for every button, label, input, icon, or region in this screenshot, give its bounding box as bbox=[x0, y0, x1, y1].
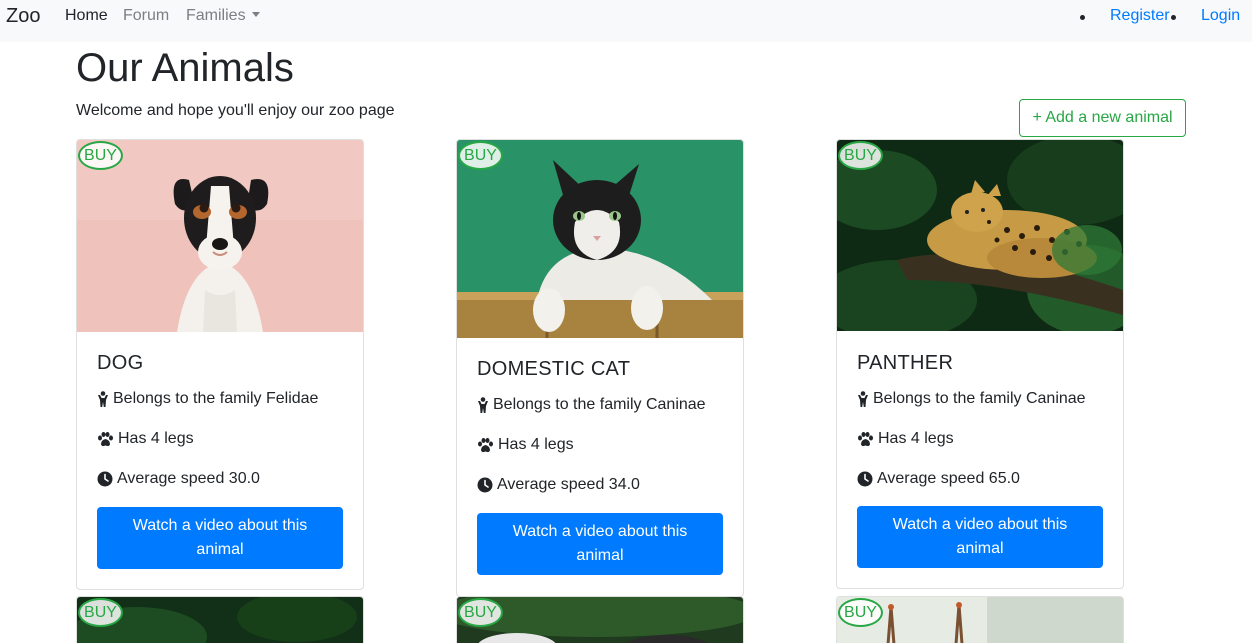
buy-badge[interactable]: BUY bbox=[78, 141, 123, 170]
nav-families-dropdown[interactable]: Families bbox=[186, 7, 260, 25]
buy-badge[interactable]: BUY bbox=[838, 598, 883, 627]
animal-legs-text: Has 4 legs bbox=[878, 430, 954, 447]
animal-family-text: Belongs to the family Felidae bbox=[113, 390, 319, 407]
animal-legs-text: Has 4 legs bbox=[118, 430, 194, 447]
animal-name: PANTHER bbox=[857, 352, 954, 374]
nav-families-label: Families bbox=[186, 7, 246, 24]
paw-icon bbox=[858, 431, 873, 446]
animal-image[interactable] bbox=[837, 597, 1123, 643]
list-bullet bbox=[1080, 15, 1085, 20]
watch-video-button[interactable]: Watch a video about this animal bbox=[97, 507, 343, 569]
animal-speed: Average speed 30.0 bbox=[97, 470, 260, 488]
register-link[interactable]: Register bbox=[1110, 7, 1170, 25]
animal-family-text: Belongs to the family Caninae bbox=[493, 396, 706, 413]
animal-legs: Has 4 legs bbox=[97, 430, 194, 448]
person-icon bbox=[98, 391, 108, 407]
animal-name: DOMESTIC CAT bbox=[477, 358, 631, 380]
brand-link[interactable]: Zoo bbox=[6, 5, 40, 28]
watch-video-button[interactable]: Watch a video about this animal bbox=[477, 513, 723, 575]
animal-image[interactable] bbox=[457, 140, 743, 338]
animal-family: Belongs to the family Caninae bbox=[477, 396, 706, 414]
animal-card: BUY bbox=[76, 596, 364, 643]
nav-home-link[interactable]: Home bbox=[65, 7, 108, 25]
animal-legs-text: Has 4 legs bbox=[498, 436, 574, 453]
animal-family: Belongs to the family Caninae bbox=[857, 390, 1086, 408]
buy-badge[interactable]: BUY bbox=[78, 598, 123, 627]
add-animal-button[interactable]: + Add a new animal bbox=[1019, 99, 1186, 137]
animal-family-text: Belongs to the family Caninae bbox=[873, 390, 1086, 407]
watch-video-button[interactable]: Watch a video about this animal bbox=[857, 506, 1103, 568]
animal-speed-text: Average speed 30.0 bbox=[117, 470, 260, 487]
animal-name: DOG bbox=[97, 352, 144, 374]
animal-card: BUY bbox=[456, 596, 744, 643]
animal-family: Belongs to the family Felidae bbox=[97, 390, 318, 408]
animal-speed-text: Average speed 34.0 bbox=[497, 476, 640, 493]
buy-badge[interactable]: BUY bbox=[458, 598, 503, 627]
animal-legs: Has 4 legs bbox=[857, 430, 954, 448]
animal-image[interactable] bbox=[837, 140, 1123, 331]
animal-speed-text: Average speed 65.0 bbox=[877, 470, 1020, 487]
animal-image[interactable] bbox=[457, 597, 743, 643]
page-subtitle: Welcome and hope you'll enjoy our zoo pa… bbox=[76, 102, 395, 119]
animal-card: BUY DOMESTIC CAT Belongs to the family C… bbox=[456, 139, 744, 597]
animal-image[interactable] bbox=[77, 597, 363, 643]
clock-icon bbox=[477, 477, 493, 493]
animal-card: BUY DOG Belongs to the family Felidae Ha… bbox=[76, 139, 364, 590]
animal-image[interactable] bbox=[77, 140, 363, 332]
login-link[interactable]: Login bbox=[1201, 7, 1240, 25]
navbar: Zoo Home Forum Families Register Login bbox=[0, 0, 1252, 42]
person-icon bbox=[858, 391, 868, 407]
buy-badge[interactable]: BUY bbox=[838, 141, 883, 170]
nav-forum-link[interactable]: Forum bbox=[123, 7, 169, 25]
buy-badge[interactable]: BUY bbox=[458, 141, 503, 170]
paw-icon bbox=[478, 437, 493, 452]
animal-speed: Average speed 34.0 bbox=[477, 476, 640, 494]
animal-card: BUY PANTHER Belongs to the family Canina… bbox=[836, 139, 1124, 589]
animal-speed: Average speed 65.0 bbox=[857, 470, 1020, 488]
person-icon bbox=[478, 397, 488, 413]
clock-icon bbox=[97, 471, 113, 487]
animal-card: BUY bbox=[836, 596, 1124, 643]
clock-icon bbox=[857, 471, 873, 487]
animal-legs: Has 4 legs bbox=[477, 436, 574, 454]
page-title: Our Animals bbox=[76, 46, 294, 90]
list-bullet bbox=[1171, 15, 1176, 20]
caret-down-icon bbox=[251, 12, 260, 17]
paw-icon bbox=[98, 431, 113, 446]
